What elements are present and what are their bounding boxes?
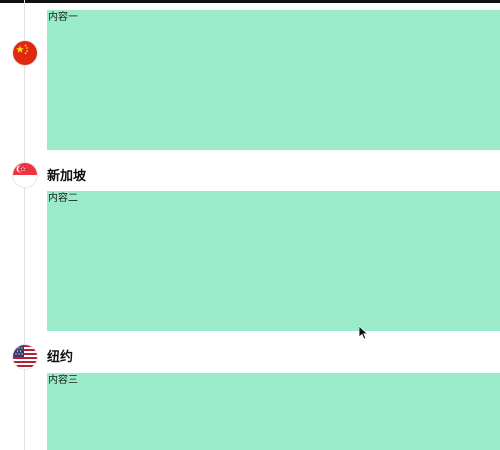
content-text: 内容一: [48, 12, 78, 23]
content-panel-1: 内容一: [47, 10, 500, 150]
content-text: 内容三: [48, 375, 78, 386]
window-top-edge: [0, 0, 500, 3]
singapore-flag-icon: [13, 163, 37, 187]
content-panel-3: 内容三: [47, 373, 500, 450]
section-title-singapore: 新加坡: [47, 169, 87, 184]
timeline-line: [24, 0, 25, 450]
usa-flag-icon: [13, 345, 37, 369]
china-flag-icon: [13, 41, 37, 65]
content-text: 内容二: [48, 193, 78, 204]
section-title-newyork: 纽约: [47, 350, 74, 365]
mouse-pointer-icon: [358, 325, 369, 344]
content-panel-2: 内容二: [47, 191, 500, 331]
